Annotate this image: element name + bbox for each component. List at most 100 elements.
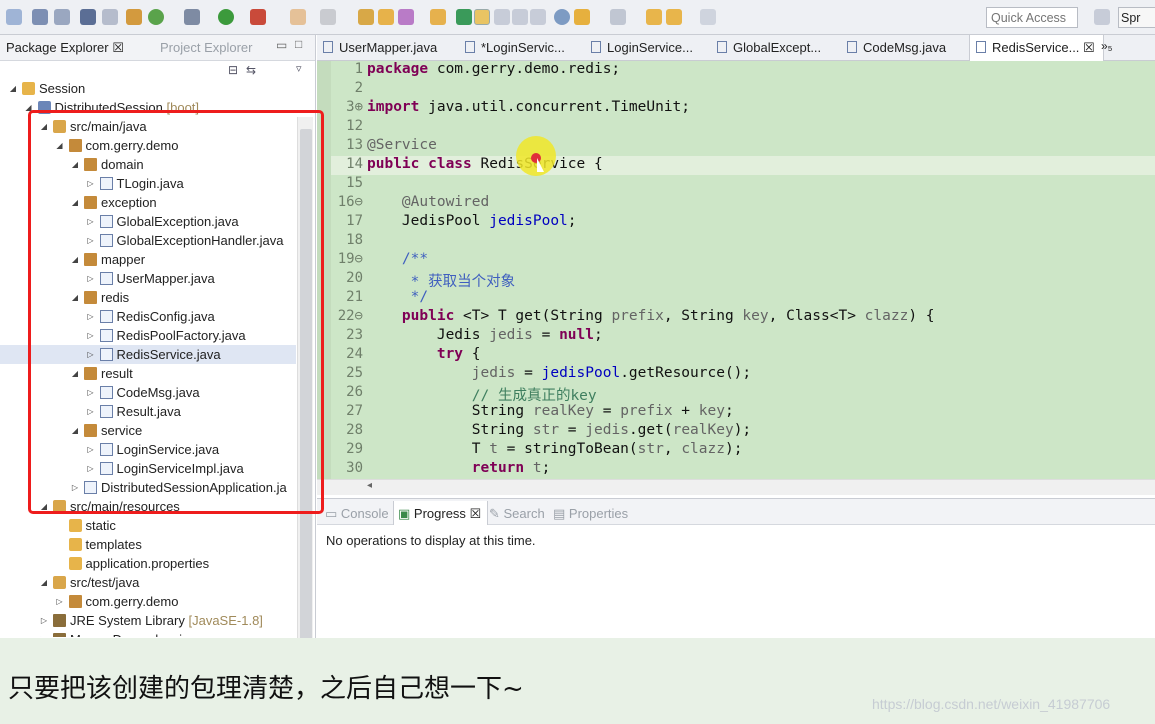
external-tools-icon[interactable] xyxy=(250,9,266,25)
line-number: 21 xyxy=(346,289,363,305)
bottom-tab-bar: ▭ Console ▣ Progress ☒ ✎ Search ▤ Proper… xyxy=(317,499,1155,525)
search-icon[interactable] xyxy=(398,9,414,25)
line-number: 18 xyxy=(346,232,363,248)
link-with-editor-icon[interactable]: ⇆ xyxy=(246,63,256,77)
pin-icon[interactable] xyxy=(456,9,472,25)
java-file-icon xyxy=(976,41,986,53)
tree-item-label: com.gerry.demo xyxy=(85,594,179,609)
mouse-pointer-icon xyxy=(537,158,544,172)
toggle-breakpoint-icon[interactable] xyxy=(102,9,118,25)
line-number: 22⊖ xyxy=(337,308,363,324)
terminal-icon[interactable] xyxy=(80,9,96,25)
open-task-icon[interactable] xyxy=(378,9,394,25)
progress-panel: ▭ Console ▣ Progress ☒ ✎ Search ▤ Proper… xyxy=(317,498,1155,638)
tree-item[interactable]: ▷ JRE System Library [JavaSE-1.8] xyxy=(0,611,296,630)
tab-package-explorer[interactable]: Package Explorer ☒ xyxy=(6,40,124,56)
block-selection-icon[interactable] xyxy=(494,9,510,25)
line-number: 17 xyxy=(346,213,363,229)
tab-label: Properties xyxy=(568,506,629,521)
tree-item[interactable]: ▷ Maven Dependencies xyxy=(0,630,296,637)
tab-search[interactable]: ✎ Search xyxy=(489,506,545,522)
editor-tab-loginservice-dirty[interactable]: *LoginServic... xyxy=(465,35,565,61)
tree-item-label: Session xyxy=(39,81,86,96)
back-icon[interactable] xyxy=(666,9,682,25)
scroll-left-icon[interactable]: ◂ xyxy=(367,480,372,491)
folder-icon xyxy=(22,82,35,95)
code-area[interactable]: package com.gerry.demo.redis; import java… xyxy=(367,61,1155,479)
editor-tab-bar: UserMapper.java *LoginServic... LoginSer… xyxy=(317,35,1155,61)
open-perspective-icon[interactable] xyxy=(1094,9,1110,25)
mark-occurrences-icon[interactable] xyxy=(474,9,490,25)
search-icon: ✎ xyxy=(489,506,504,521)
code-line: import java.util.concurrent.TimeUnit; xyxy=(367,99,691,115)
prev-annotation-icon[interactable] xyxy=(610,9,626,25)
next-annotation-icon[interactable] xyxy=(574,9,590,25)
open-type-icon[interactable] xyxy=(358,9,374,25)
line-number: 25 xyxy=(346,365,363,381)
tab-overflow-button[interactable]: »₅ xyxy=(1101,39,1113,53)
collapsed-twisty-icon[interactable]: ▷ xyxy=(39,630,49,637)
code-line: T t = stringToBean(str, clazz); xyxy=(367,441,743,457)
tab-console[interactable]: ▭ Console xyxy=(325,506,389,522)
tree-item[interactable]: ▷ com.gerry.demo xyxy=(0,592,296,611)
tree-item[interactable]: templates xyxy=(0,535,296,554)
expanded-twisty-icon[interactable]: ◢ xyxy=(39,573,49,592)
spring-icon[interactable] xyxy=(148,9,164,25)
tab-label: UserMapper.java xyxy=(339,40,438,55)
formatter-icon[interactable] xyxy=(530,9,546,25)
tab-properties[interactable]: ▤ Properties xyxy=(553,506,628,522)
library-icon xyxy=(53,633,66,637)
perspective-label: Spr xyxy=(1121,11,1141,25)
tab-progress[interactable]: ▣ Progress ☒ xyxy=(393,501,489,525)
editor-tab-loginservice[interactable]: LoginService... xyxy=(591,35,693,61)
line-number: 19⊖ xyxy=(337,251,363,267)
code-line: Jedis jedis = null; xyxy=(367,327,603,343)
save-all-icon[interactable] xyxy=(54,9,70,25)
line-number: 1 xyxy=(354,61,363,77)
tab-label: Progress ☒ xyxy=(413,506,482,521)
tree-item[interactable]: ◢ Session xyxy=(0,79,296,98)
grid-icon[interactable] xyxy=(126,9,142,25)
line-number: 29 xyxy=(346,441,363,457)
new-java-icon[interactable] xyxy=(290,9,306,25)
code-line: // 生成真正的key xyxy=(367,388,597,404)
debug-icon[interactable] xyxy=(184,9,200,25)
editor-tab-redisservice[interactable]: RedisService... ☒ xyxy=(969,35,1104,61)
editor-tab-usermapper[interactable]: UserMapper.java xyxy=(323,35,437,61)
last-edit-icon[interactable] xyxy=(646,9,662,25)
tab-label: Console xyxy=(340,506,389,521)
quick-access-input[interactable] xyxy=(986,7,1078,28)
expanded-twisty-icon[interactable]: ◢ xyxy=(8,79,18,98)
code-line: String realKey = prefix + key; xyxy=(367,403,734,419)
editor-tab-codemsg[interactable]: CodeMsg.java xyxy=(847,35,946,61)
line-number: 23 xyxy=(346,327,363,343)
tab-project-explorer[interactable]: Project Explorer xyxy=(160,40,252,55)
line-number: 16⊖ xyxy=(337,194,363,210)
line-number: 30 xyxy=(346,460,363,476)
save-icon[interactable] xyxy=(32,9,48,25)
forward-icon[interactable] xyxy=(700,9,716,25)
main-toolbar: Spr xyxy=(0,0,1155,35)
view-menu-icon[interactable]: ▿ xyxy=(296,62,302,75)
run-icon[interactable] xyxy=(218,9,234,25)
properties-icon: ▤ xyxy=(553,506,569,521)
new-package-icon[interactable] xyxy=(320,9,336,25)
globe-icon[interactable] xyxy=(554,9,570,25)
spring-perspective-button[interactable]: Spr xyxy=(1118,7,1155,28)
new-file-icon[interactable] xyxy=(6,9,22,25)
minimize-icon[interactable]: ▭ xyxy=(276,38,287,52)
code-line: */ xyxy=(367,289,429,305)
line-number: 27 xyxy=(346,403,363,419)
tree-item[interactable]: application.properties xyxy=(0,554,296,573)
maximize-icon[interactable]: □ xyxy=(295,37,302,51)
collapse-all-icon[interactable]: ⊟ xyxy=(228,63,238,77)
editor-horizontal-scrollbar[interactable]: ◂ xyxy=(317,479,1155,495)
collapsed-twisty-icon[interactable]: ▷ xyxy=(39,611,49,630)
tree-item[interactable]: ◢ src/test/java xyxy=(0,573,296,592)
tree-item[interactable]: static xyxy=(0,516,296,535)
folder-open-icon[interactable] xyxy=(430,9,446,25)
show-whitespace-icon[interactable] xyxy=(512,9,528,25)
code-editor[interactable]: 1 2 3⊕ 12 13 14 15 16⊖ 17 18 19⊖ 20 21 22⊖ 23 24 25 26 27 2… xyxy=(317,61,1155,479)
editor-tab-globalexception[interactable]: GlobalExcept... xyxy=(717,35,821,61)
collapsed-twisty-icon[interactable]: ▷ xyxy=(55,592,65,611)
